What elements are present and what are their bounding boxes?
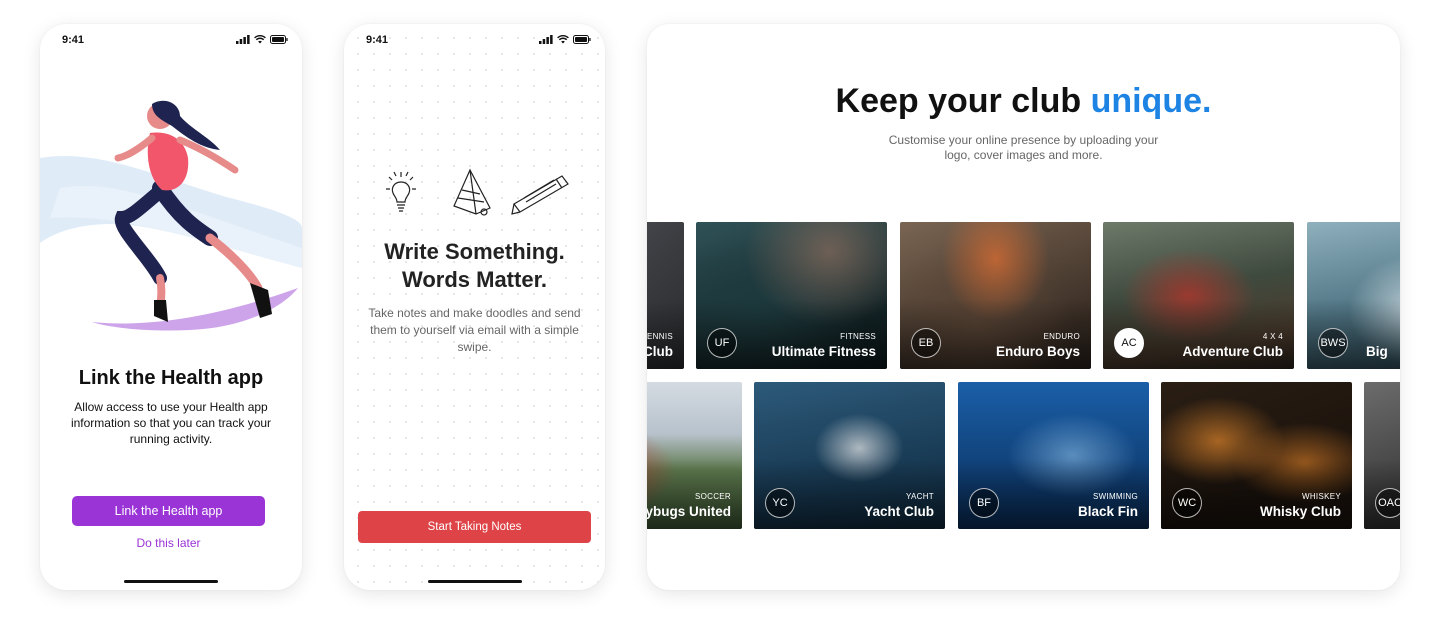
- club-name: Black Fin: [1077, 504, 1138, 519]
- club-category: Soccer: [694, 492, 731, 501]
- club-avatar: BWS: [1318, 328, 1348, 358]
- club-name: Whisky Club: [1259, 504, 1341, 519]
- title-line-1: Write Something.: [384, 239, 565, 264]
- runner-illustration: [40, 100, 302, 331]
- club-card-adventure-club[interactable]: AC 4 x 4 Adventure Club: [1103, 222, 1294, 369]
- club-name: Yacht Club: [864, 504, 934, 519]
- title-line-2: Words Matter.: [401, 267, 548, 292]
- wifi-icon: [557, 35, 569, 44]
- club-avatar: AC: [1114, 328, 1144, 358]
- status-bar: 9:41: [344, 24, 605, 58]
- notes-onboarding-screen: 9:41 Write Something. Words Matter. Take…: [344, 24, 605, 590]
- title-accent: unique.: [1090, 82, 1212, 120]
- club-name: Ultimate Fitness: [771, 344, 876, 359]
- club-name: Club: [647, 344, 673, 359]
- club-avatar: WC: [1172, 488, 1202, 518]
- club-card-black-fin[interactable]: BF Swimming Black Fin: [958, 382, 1149, 529]
- club-category: Whiskey: [1302, 492, 1341, 501]
- club-category: Enduro: [1043, 332, 1080, 341]
- pyramid-icon: [453, 168, 491, 216]
- description-text: Allow access to use your Health app info…: [70, 400, 272, 446]
- club-name: ybugs United: [647, 504, 731, 519]
- status-time: 9:41: [366, 34, 389, 46]
- status-bar: 9:41: [40, 24, 302, 58]
- status-icons: [236, 35, 288, 44]
- club-avatar: EB: [911, 328, 941, 358]
- club-avatar: YC: [765, 488, 795, 518]
- home-indicator: [124, 580, 218, 583]
- link-health-app-button[interactable]: Link the Health app: [72, 496, 265, 526]
- start-taking-notes-button[interactable]: Start Taking Notes: [358, 511, 591, 543]
- health-onboarding-screen: 9:41 Link the Health app Allow access to…: [40, 24, 302, 590]
- lightbulb-icon: [386, 171, 416, 212]
- signal-icon: [539, 35, 553, 44]
- status-icons: [539, 35, 591, 44]
- club-name: Big: [1366, 344, 1388, 359]
- battery-icon: [270, 35, 288, 44]
- club-avatar: UF: [707, 328, 737, 358]
- do-this-later-link[interactable]: Do this later: [72, 536, 265, 550]
- club-avatar: BF: [969, 488, 999, 518]
- club-card-ultimate-fitness[interactable]: UF Fitness Ultimate Fitness: [696, 222, 887, 369]
- club-customisation-screen: Keep your club unique. Customise your on…: [647, 24, 1400, 590]
- club-card-yacht-club[interactable]: YC Yacht Yacht Club: [754, 382, 945, 529]
- club-category: Yacht: [905, 492, 934, 501]
- club-card-tennis[interactable]: Tennis Club: [647, 222, 684, 369]
- signal-icon: [236, 35, 250, 44]
- club-name: Enduro Boys: [995, 344, 1080, 359]
- club-category: Fitness: [840, 332, 876, 341]
- club-card-ladybugs-united[interactable]: Soccer ybugs United: [647, 382, 742, 529]
- wifi-icon: [254, 35, 266, 44]
- club-card-enduro-boys[interactable]: EB Enduro Enduro Boys: [900, 222, 1091, 369]
- club-category: 4 x 4: [1262, 332, 1283, 341]
- club-category: Swimming: [1092, 492, 1138, 501]
- club-name: Adventure Club: [1182, 344, 1283, 359]
- battery-icon: [573, 35, 591, 44]
- home-indicator: [427, 580, 522, 583]
- club-category: Tennis: [647, 332, 673, 341]
- club-card-bws[interactable]: BWS Big: [1307, 222, 1400, 369]
- subtitle-text: Customise your online presence by upload…: [888, 133, 1159, 162]
- page-title: Write Something. Words Matter.: [344, 238, 605, 294]
- page-title: Link the Health app: [78, 367, 264, 389]
- club-card-whisky-club[interactable]: WC Whiskey Whisky Club: [1161, 382, 1352, 529]
- title-text: Keep your club: [835, 82, 1091, 120]
- description-text: Take notes and make doodles and send the…: [368, 306, 581, 354]
- pencil-icon: [511, 175, 569, 215]
- club-avatar: OAC: [1375, 488, 1400, 518]
- page-title: Keep your club unique.: [647, 82, 1400, 121]
- status-time: 9:41: [62, 34, 85, 46]
- doodles-illustration: [386, 168, 569, 216]
- club-card-oac[interactable]: OAC: [1364, 382, 1400, 529]
